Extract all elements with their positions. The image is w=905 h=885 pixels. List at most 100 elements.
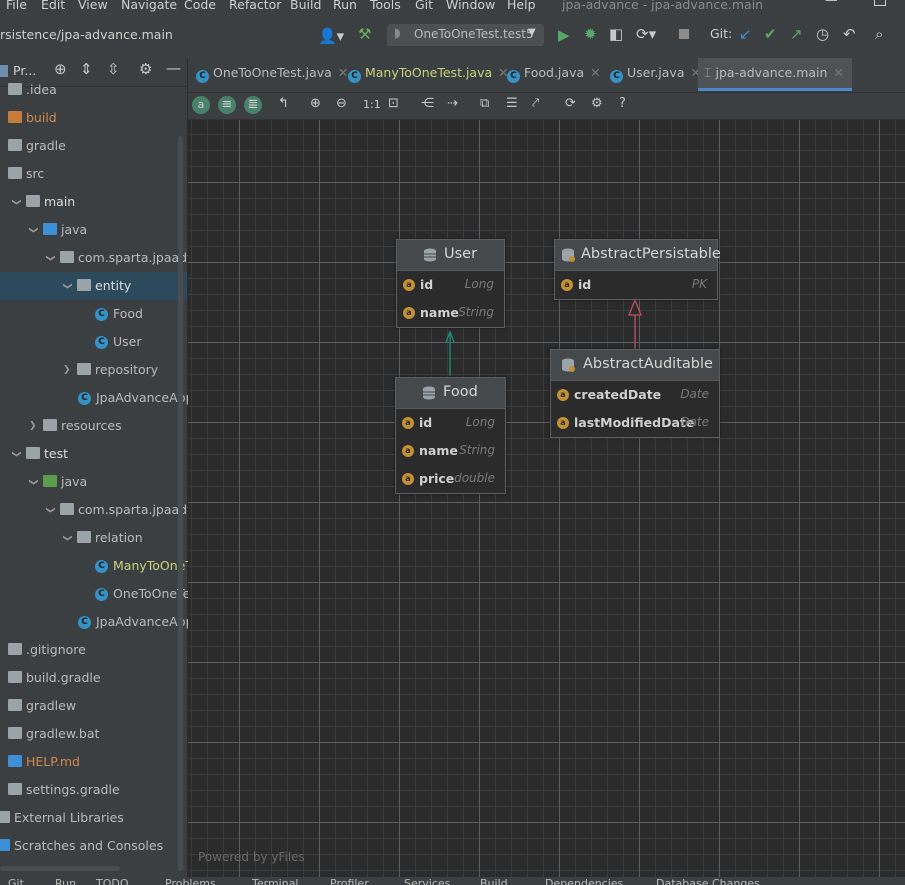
menu-window[interactable]: Window — [446, 0, 495, 12]
tree-item[interactable]: ❯ src — [0, 160, 187, 188]
tree-item[interactable]: C User — [0, 328, 187, 356]
menu-help[interactable]: Help — [507, 0, 536, 12]
chevron-right-icon[interactable]: ❯ — [29, 412, 37, 440]
field-row[interactable]: a id Long — [397, 271, 504, 299]
tree-item[interactable]: ❯ com.sparta.jpaadvan — [0, 244, 210, 272]
menu-refactor[interactable]: Refactor — [229, 0, 281, 12]
tree-item[interactable]: C ManyToOneTe — [0, 552, 199, 580]
tool-window-database-changes[interactable]: Database Changes — [656, 877, 760, 885]
show-entities-icon[interactable]: ≣ — [244, 96, 262, 114]
tree-item[interactable]: ❯ relation — [0, 524, 187, 552]
tree-item[interactable]: build.gradle — [0, 664, 187, 692]
tool-window-terminal[interactable]: Terminal — [252, 877, 299, 885]
layout-icon[interactable]: ⋲ — [421, 96, 434, 111]
tree-item[interactable]: C JpaAdvanceAppli — [0, 608, 200, 636]
chevron-right-icon[interactable]: ❯ — [63, 356, 71, 384]
tree-item[interactable]: settings.gradle — [0, 776, 187, 804]
tree-item[interactable]: ❯ java — [0, 468, 187, 496]
tool-window-dependencies[interactable]: Dependencies — [545, 877, 623, 885]
tree-item[interactable]: gradle — [0, 132, 187, 160]
zoom-out-icon[interactable]: ⊖ — [336, 96, 347, 111]
tree-item[interactable]: C Food — [0, 300, 187, 328]
field-row[interactable]: a name String — [396, 437, 505, 465]
tab-jpa-advance-main[interactable]: ⌶ jpa-advance.main ✕ — [698, 58, 852, 91]
tree-item[interactable]: Scratches and Consoles — [0, 832, 187, 860]
menu-git[interactable]: Git — [415, 0, 433, 12]
history-icon[interactable]: ◷ — [816, 24, 829, 44]
tree-item[interactable]: ❯ test — [0, 440, 187, 468]
menu-code[interactable]: Code — [184, 0, 216, 12]
menu-file[interactable]: File — [6, 0, 27, 12]
tree-item[interactable]: .gitignore — [0, 636, 187, 664]
field-row[interactable]: a createdDate Date — [551, 381, 719, 409]
menu-tools[interactable]: Tools — [370, 0, 401, 12]
tool-window-profiler[interactable]: Profiler — [330, 877, 369, 885]
settings-icon[interactable]: ⚙ — [591, 96, 603, 111]
tab-manytoonetest[interactable]: C ManyToOneTest.java ✕ — [348, 58, 509, 91]
close-icon[interactable]: ✕ — [338, 65, 348, 80]
entity-food[interactable]: Food a id Long a name String a price double — [395, 377, 506, 494]
field-row[interactable]: a price double — [396, 465, 505, 493]
menu-run[interactable]: Run — [333, 0, 357, 12]
coverage-icon[interactable]: ◧ — [609, 24, 623, 44]
close-icon[interactable]: ✕ — [833, 65, 843, 80]
git-push-icon[interactable]: ↗ — [790, 24, 803, 44]
git-commit-icon[interactable]: ✔ — [764, 24, 777, 44]
show-fields-icon[interactable]: a — [192, 96, 210, 114]
build-hammer-icon[interactable]: ⚒ — [358, 24, 371, 44]
close-icon[interactable]: ✕ — [590, 65, 600, 80]
field-row[interactable]: a name String — [397, 299, 504, 327]
tree-item[interactable]: gradlew — [0, 692, 187, 720]
menu-navigate[interactable]: Navigate — [121, 0, 177, 12]
fit-content-icon[interactable]: ⊡ — [388, 96, 399, 111]
tab-user-java[interactable]: C User.java ✕ — [610, 58, 701, 91]
actual-size-icon[interactable]: 1:1 — [363, 98, 381, 111]
copy-icon[interactable]: ⧉ — [480, 96, 489, 111]
rollback-icon[interactable]: ↶ — [843, 24, 856, 44]
tree-item[interactable]: ❯ resources — [0, 412, 187, 440]
tree-item[interactable]: HELP.md — [0, 748, 187, 776]
search-icon[interactable]: ⌕ — [875, 24, 883, 44]
tree-item[interactable]: C OneToOneTes — [0, 580, 197, 608]
entity-abstract-persistable[interactable]: AbstractPersistable a id PK — [554, 239, 721, 300]
menu-edit[interactable]: Edit — [41, 0, 65, 12]
tool-window-services[interactable]: Services — [404, 877, 450, 885]
debug-icon[interactable]: ✹ — [584, 24, 597, 44]
user-icon[interactable]: 👤▾ — [318, 26, 344, 46]
hide-panel-icon[interactable]: — — [166, 59, 181, 77]
show-persistence-icon[interactable]: ≡ — [218, 96, 236, 114]
export-image-icon[interactable]: ⤤ — [532, 96, 539, 111]
tree-item[interactable]: ❯ main — [0, 188, 187, 216]
git-update-icon[interactable]: ↙ — [739, 24, 752, 44]
menu-view[interactable]: View — [78, 0, 108, 12]
tool-window-todo[interactable]: TODO — [96, 877, 129, 885]
tab-food-java[interactable]: C Food.java ✕ — [507, 58, 601, 91]
tree-item[interactable]: C JpaAdvanceAppli — [0, 384, 200, 412]
tree-item[interactable]: gradlew.bat — [0, 720, 187, 748]
run-icon[interactable]: ▶ — [558, 25, 570, 45]
field-row[interactable]: a id Long — [396, 409, 505, 437]
tool-window-git[interactable]: Git — [8, 877, 24, 885]
diagram-canvas[interactable]: User a id Long a name String Food a id Long an… — [188, 120, 905, 885]
apply-layout-icon[interactable]: ⇢ — [447, 96, 458, 111]
zoom-in-icon[interactable]: ⊕ — [310, 96, 321, 111]
run-configuration-select[interactable]: ◗ OneToOneTest.test5 ▼ — [387, 24, 544, 46]
help-icon[interactable]: ? — [619, 96, 626, 111]
tree-item[interactable]: .idea — [0, 76, 187, 104]
entity-abstract-auditable[interactable]: AbstractAuditable a createdDate Date a last… — [550, 349, 720, 438]
stop-icon[interactable] — [679, 29, 689, 39]
tree-item[interactable]: build — [0, 104, 187, 132]
maximize-icon[interactable] — [874, 0, 886, 6]
profile-icon[interactable]: ⟳▾ — [636, 24, 656, 44]
refresh-icon[interactable]: ⟳ — [565, 96, 576, 111]
breadcrumb[interactable]: rsistence/jpa-advance.main — [0, 27, 173, 42]
tree-item[interactable]: ❯ entity — [0, 272, 187, 300]
chevron-right-icon[interactable]: ❯ — [0, 160, 2, 188]
field-row[interactable]: a id PK — [555, 271, 717, 299]
minimize-icon[interactable]: — — [825, 0, 838, 7]
field-row[interactable]: a lastModifiedDate Date — [551, 409, 719, 437]
entity-user[interactable]: User a id Long a name String — [396, 239, 505, 328]
tree-scrollbar[interactable] — [178, 136, 183, 871]
tab-onetoonetest[interactable]: C OneToOneTest.java ✕ — [196, 58, 348, 91]
tree-hscrollbar[interactable] — [0, 866, 120, 871]
